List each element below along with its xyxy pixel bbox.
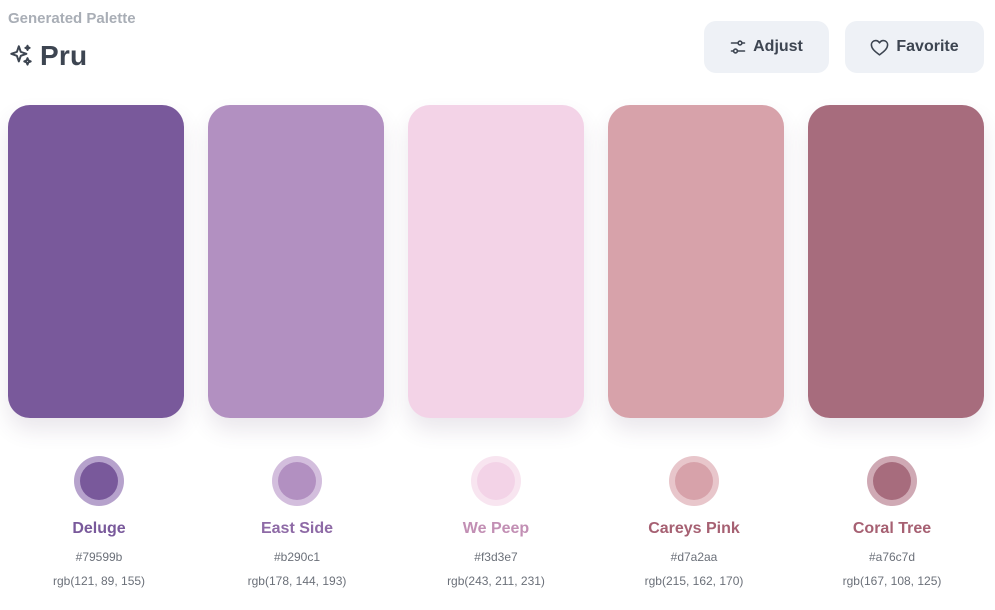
color-dot [80,462,118,500]
palette-title-row: Pru [8,40,87,72]
color-hex[interactable]: #79599b [76,550,123,564]
color-rgb[interactable]: rgb(121, 89, 155) [53,574,145,588]
color-hex[interactable]: #a76c7d [869,550,915,564]
color-rgb[interactable]: rgb(178, 144, 193) [248,574,347,588]
adjust-button-label: Adjust [753,38,803,55]
sliders-icon [730,39,746,55]
color-dot-ring [669,456,719,506]
favorite-button-label: Favorite [896,38,959,55]
color-info-careys-pink: Careys Pink #d7a2aa rgb(215, 162, 170) [594,456,794,588]
color-dot [278,462,316,500]
sparkles-icon [8,43,34,69]
color-dot-ring [272,456,322,506]
color-hex[interactable]: #d7a2aa [671,550,718,564]
adjust-button[interactable]: Adjust [704,21,829,73]
color-info-east-side: East Side #b290c1 rgb(178, 144, 193) [197,456,397,588]
color-dot-ring [74,456,124,506]
color-info-deluge: Deluge #79599b rgb(121, 89, 155) [0,456,199,588]
color-swatch-coral-tree[interactable] [808,105,984,418]
color-swatch-deluge[interactable] [8,105,184,418]
color-dot [477,462,515,500]
color-swatch-we-peep[interactable] [408,105,584,418]
color-dot [675,462,713,500]
color-dot-ring [867,456,917,506]
color-rgb[interactable]: rgb(167, 108, 125) [843,574,942,588]
color-name: Deluge [72,520,126,537]
color-rgb[interactable]: rgb(215, 162, 170) [645,574,744,588]
color-hex[interactable]: #b290c1 [274,550,320,564]
favorite-button[interactable]: Favorite [845,21,984,73]
palette-title: Pru [40,40,88,71]
color-name: East Side [260,520,334,537]
color-dot [873,462,911,500]
heart-icon [870,39,889,56]
eyebrow-label: Generated Palette [8,10,136,27]
color-dot-ring [471,456,521,506]
color-name: We Peep [462,520,530,537]
color-hex[interactable]: #f3d3e7 [474,550,517,564]
color-name: Careys Pink [648,520,740,537]
color-info-coral-tree: Coral Tree #a76c7d rgb(167, 108, 125) [792,456,992,588]
color-name: Coral Tree [852,520,932,537]
color-swatch-east-side[interactable] [208,105,384,418]
color-info-we-peep: We Peep #f3d3e7 rgb(243, 211, 231) [396,456,596,588]
color-rgb[interactable]: rgb(243, 211, 231) [447,574,545,588]
color-swatch-careys-pink[interactable] [608,105,784,418]
